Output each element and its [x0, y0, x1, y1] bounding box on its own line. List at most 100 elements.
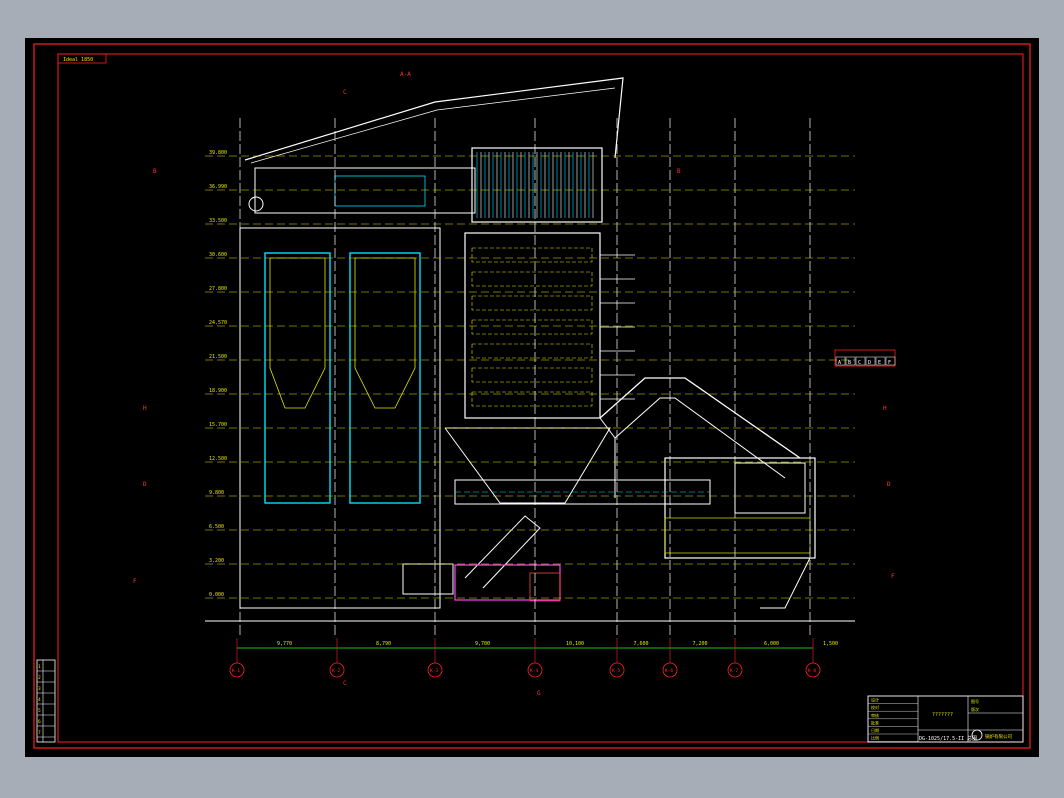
heating-surface-band	[471, 271, 593, 287]
title-right-label: 图号	[971, 698, 979, 704]
section-mark: B	[153, 168, 157, 175]
revision-row-number: 2	[38, 675, 41, 681]
company-text: 锅炉有限公司	[985, 733, 1012, 740]
legend-symbol: A	[838, 360, 841, 366]
drawing-name-text: ???????	[932, 712, 953, 718]
elevation-label: 12.500	[209, 456, 227, 462]
axis-label: K-3	[430, 668, 438, 674]
back-pass-heating-surfaces	[471, 247, 635, 407]
section-mark: H	[143, 405, 147, 412]
revision-row-number: 4	[38, 697, 41, 703]
dimension-label: 1,500	[823, 641, 838, 647]
boiler-roof-inner	[250, 87, 616, 164]
cad-viewport[interactable]: Ideal 1850 A-A 39.800 36.990 33.500 30.600 2…	[25, 38, 1039, 757]
dimension-label: 7,200	[693, 641, 708, 647]
outer-border	[33, 43, 1031, 749]
corner-tag-text: Ideal 1850	[63, 57, 93, 63]
dimension-label: 8,790	[376, 641, 391, 647]
revision-row-number: 1	[38, 664, 41, 670]
dimension-label: 9,770	[277, 641, 292, 647]
elevation-label: 24.570	[209, 320, 227, 326]
title-row-label: 比例	[871, 735, 879, 741]
air-preheater	[664, 457, 816, 559]
dimension-labels: 9,770 8,790 9,700 10,100 7,600 7,200 6,000 1,50…	[277, 641, 838, 647]
section-mark: C	[343, 680, 347, 687]
fan-motor	[402, 563, 454, 595]
elevation-label: 3.200	[209, 558, 224, 564]
furnace-right-inner	[349, 252, 421, 504]
section-mark: B	[677, 168, 681, 175]
section-mark: F	[133, 578, 137, 585]
section-mark: G	[537, 690, 541, 697]
elevation-label: 21.500	[209, 354, 227, 360]
heating-surface-band	[471, 247, 593, 263]
air-preheater-duct	[734, 462, 806, 514]
title-right-label: 版次	[971, 706, 979, 712]
diagonal-duct-lower	[599, 417, 616, 498]
section-mark: C	[343, 89, 347, 96]
elevation-label: 0.000	[209, 592, 224, 598]
elevation-label: 36.990	[209, 184, 227, 190]
heating-surface-band	[471, 319, 593, 335]
section-mark: D	[143, 481, 147, 488]
axis-label: K-8	[808, 668, 816, 674]
title-row-label: 日期	[871, 727, 879, 733]
heating-surface-band	[471, 295, 593, 311]
title-row-label: 设计	[871, 697, 879, 703]
elevation-label: 27.800	[209, 286, 227, 292]
section-mark: H	[883, 405, 887, 412]
dimension-label: 10,100	[566, 641, 584, 647]
elevation-label: 30.600	[209, 252, 227, 258]
drawing-number-text: DG-1025/17.5-II 总图	[919, 735, 977, 742]
elevation-label: 15.700	[209, 422, 227, 428]
cyclone-left	[269, 257, 326, 409]
dimension-label: 6,000	[764, 641, 779, 647]
section-mark: D	[887, 481, 891, 488]
title-row-label: 校对	[871, 704, 879, 710]
cyclone-right	[354, 257, 416, 409]
section-mark: F	[891, 573, 895, 580]
axis-label: K-7	[730, 668, 738, 674]
revision-row-number: 7	[38, 730, 41, 736]
axis-label: K-1	[232, 668, 240, 674]
upper-duct-cyan	[334, 175, 426, 207]
revision-row-number: 6	[38, 719, 41, 725]
title-row-label: 审核	[871, 712, 879, 718]
legend-symbol: F	[888, 360, 891, 366]
elevation-label: 6.500	[209, 524, 224, 530]
section-marks: C B H D F B H D F C G	[133, 89, 895, 697]
fan-inlet	[529, 572, 561, 602]
elevation-label: 33.500	[209, 218, 227, 224]
revision-row-number: 3	[38, 686, 41, 692]
legend-symbol: D	[868, 360, 871, 366]
grid-axes: K-1 K-2 K-3 K-4 K-5 K-6 K-7 K-8	[229, 638, 821, 678]
diagonal-duct-inner	[614, 397, 786, 479]
axis-label: K-6	[665, 668, 673, 674]
title-row-label: 批准	[871, 719, 879, 725]
dimension-label: 7,600	[634, 641, 649, 647]
heating-surface-band	[471, 367, 593, 383]
diagonal-duct-outer	[599, 377, 801, 459]
steam-drum	[248, 196, 264, 212]
legend-symbol: C	[858, 360, 861, 366]
elevation-label: 9.800	[209, 490, 224, 496]
heating-surface-band	[471, 343, 593, 359]
ash-hopper-right	[735, 557, 811, 609]
title-block: 设计校对审核批准日期比例 图号版次 ??????? DG-1025/17.5-II…	[867, 695, 1024, 743]
back-pass-casing	[464, 232, 601, 419]
axis-label: K-5	[612, 668, 620, 674]
legend: A B C D E F	[834, 349, 896, 367]
revision-block: 1 2 3 4 5 6 7	[36, 659, 56, 743]
section-title: A-A	[400, 71, 411, 78]
dimension-label: 9,700	[475, 641, 490, 647]
air-preheater-lower	[664, 517, 811, 554]
boiler-general-arrangement-drawing: Ideal 1850 A-A 39.80036.99033.50030.6002…	[33, 43, 1031, 749]
revision-row-number: 5	[38, 708, 41, 714]
legend-symbol: E	[878, 360, 881, 366]
inner-border	[57, 53, 1024, 743]
axis-label: K-2	[332, 668, 340, 674]
elevation-label: 39.800	[209, 150, 227, 156]
lower-diagonal-duct	[464, 515, 541, 589]
induced-draft-fan	[454, 564, 561, 601]
legend-symbol: B	[848, 360, 851, 366]
